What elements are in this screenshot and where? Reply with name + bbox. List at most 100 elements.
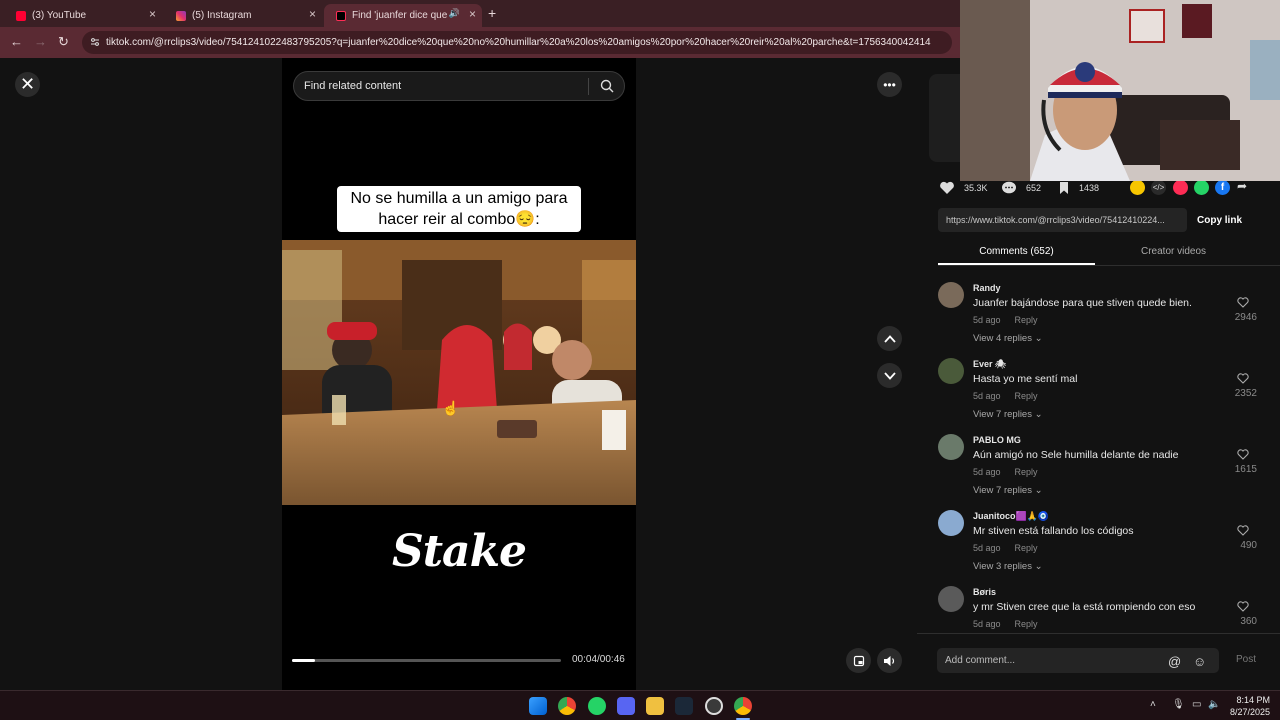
- site-settings-icon[interactable]: [90, 37, 100, 47]
- view-replies-button[interactable]: View 7 replies ⌄: [973, 409, 1043, 420]
- facebook-icon[interactable]: f: [1215, 180, 1230, 195]
- reply-button[interactable]: Reply: [1015, 619, 1038, 629]
- comment-item: Børis y mr Stiven cree que la está rompi…: [917, 584, 1280, 632]
- comment-stat[interactable]: 652: [1001, 181, 1041, 195]
- forward-icon[interactable]: →: [34, 34, 47, 49]
- comment-like-count: 490: [1240, 540, 1257, 551]
- heart-outline-icon[interactable]: [1237, 449, 1249, 460]
- video-progress-fill: [292, 659, 316, 662]
- next-video-button[interactable]: [877, 363, 902, 388]
- tab-label: (5) Instagram: [192, 10, 252, 21]
- repost-icon[interactable]: [1130, 180, 1145, 195]
- microphone-icon[interactable]: 🎙: [1172, 699, 1185, 710]
- tab-comments[interactable]: Comments (652): [938, 246, 1095, 257]
- mention-icon[interactable]: @: [1168, 654, 1181, 669]
- tab-youtube[interactable]: (3) YouTube ×: [4, 4, 162, 27]
- emoji-icon[interactable]: ☺: [1193, 654, 1206, 669]
- more-options-button[interactable]: •••: [877, 72, 902, 97]
- audio-playing-icon[interactable]: 🔊: [449, 8, 460, 19]
- url-bar[interactable]: tiktok.com/@rrclips3/video/7541241022483…: [82, 31, 952, 54]
- chrome-active-icon[interactable]: [734, 697, 752, 715]
- whatsapp-icon[interactable]: [588, 697, 606, 715]
- comment-meta: 5d ago Reply: [973, 391, 1038, 401]
- heart-outline-icon[interactable]: [1237, 373, 1249, 384]
- heart-outline-icon[interactable]: [1237, 525, 1249, 536]
- heart-outline-icon[interactable]: [1237, 297, 1249, 308]
- close-viewer-button[interactable]: ✕: [15, 72, 40, 97]
- tab-label: (3) YouTube: [32, 10, 87, 21]
- like-count: 35.3K: [964, 183, 988, 193]
- tab-creator-videos[interactable]: Creator videos: [1095, 246, 1252, 257]
- tab-instagram[interactable]: (5) Instagram ×: [164, 4, 322, 27]
- avatar[interactable]: [938, 282, 964, 308]
- comment-username[interactable]: Ever 🕷: [973, 359, 1006, 370]
- close-tab-icon[interactable]: ×: [149, 7, 156, 21]
- heart-outline-icon[interactable]: [1237, 601, 1249, 612]
- reply-button[interactable]: Reply: [1015, 543, 1038, 553]
- more-icon: •••: [883, 77, 896, 92]
- close-tab-icon[interactable]: ×: [469, 7, 476, 21]
- tiktok-icon: [336, 10, 346, 21]
- comment-username[interactable]: Juanitoco🟪🙏🧿: [973, 511, 1049, 522]
- steam-icon[interactable]: [675, 697, 693, 715]
- reply-button[interactable]: Reply: [1015, 467, 1038, 477]
- comment-meta: 5d ago Reply: [973, 467, 1038, 477]
- comment-meta: 5d ago Reply: [973, 315, 1038, 325]
- instagram-icon: [176, 10, 186, 21]
- search-icon[interactable]: [600, 79, 614, 93]
- comment-username[interactable]: Randy: [973, 283, 1001, 293]
- comment-like-count: 360: [1240, 616, 1257, 627]
- speaker-icon: [884, 655, 895, 666]
- volume-button[interactable]: [877, 648, 902, 673]
- start-icon[interactable]: [529, 697, 547, 715]
- close-tab-icon[interactable]: ×: [309, 7, 316, 21]
- system-clock[interactable]: 8:14 PM 8/27/2025: [1230, 694, 1270, 718]
- avatar[interactable]: [938, 510, 964, 536]
- comment-like-count: 2352: [1234, 388, 1257, 399]
- like-stat[interactable]: 35.3K: [939, 181, 988, 195]
- video-player[interactable]: Find related content No se humilla a un …: [282, 58, 636, 690]
- floating-player-button[interactable]: [846, 648, 871, 673]
- obs-icon[interactable]: [705, 697, 723, 715]
- save-stat[interactable]: 1438: [1058, 181, 1099, 195]
- post-button[interactable]: Post: [1236, 654, 1256, 665]
- comment-text: Aún amigó no Sele humilla delante de nad…: [973, 449, 1179, 461]
- copy-link-row: https://www.tiktok.com/@rrclips3/video/7…: [938, 208, 1274, 232]
- video-frame: ☝: [282, 240, 636, 505]
- volume-icon[interactable]: 🔈: [1208, 699, 1220, 710]
- reply-button[interactable]: Reply: [1015, 315, 1038, 325]
- reply-button[interactable]: Reply: [1015, 391, 1038, 401]
- video-link-field[interactable]: https://www.tiktok.com/@rrclips3/video/7…: [938, 208, 1187, 232]
- view-replies-button[interactable]: View 4 replies ⌄: [973, 333, 1043, 344]
- embed-icon[interactable]: </>: [1151, 180, 1166, 195]
- file-explorer-icon[interactable]: [646, 697, 664, 715]
- back-icon[interactable]: ←: [10, 34, 23, 49]
- new-tab-button[interactable]: +: [488, 5, 496, 21]
- tab-tiktok[interactable]: Find 'juanfer dice que no h 🔊 ×: [324, 4, 482, 27]
- video-progress-bar[interactable]: [292, 659, 561, 662]
- comment-username[interactable]: Børis: [973, 587, 996, 597]
- display-icon[interactable]: ▭: [1192, 699, 1201, 710]
- find-related-search[interactable]: Find related content: [293, 71, 625, 101]
- pip-icon: [853, 655, 864, 666]
- chrome-icon[interactable]: [558, 697, 576, 715]
- previous-video-button[interactable]: [877, 326, 902, 351]
- video-caption: No se humilla a un amigo para hacer reir…: [337, 186, 581, 232]
- browser-toolbar: ← → ↻ tiktok.com/@rrclips3/video/7541241…: [0, 27, 960, 58]
- view-replies-button[interactable]: View 3 replies ⌄: [973, 561, 1043, 572]
- reload-icon[interactable]: ↻: [58, 34, 69, 50]
- avatar[interactable]: [938, 358, 964, 384]
- avatar[interactable]: [938, 434, 964, 460]
- view-replies-button[interactable]: View 7 replies ⌄: [973, 485, 1043, 496]
- avatar[interactable]: [938, 586, 964, 612]
- comment-list: Randy Juanfer bajándose para que stiven …: [917, 280, 1280, 632]
- tray-overflow-icon[interactable]: ˄: [1150, 699, 1156, 710]
- comment-username[interactable]: PABLO MG: [973, 435, 1021, 445]
- share-arrow-icon[interactable]: ➦: [1237, 179, 1247, 193]
- tab-label: Find 'juanfer dice que no h: [352, 10, 452, 21]
- send-icon[interactable]: [1173, 180, 1188, 195]
- comment-age: 5d ago: [973, 619, 1001, 629]
- whatsapp-icon[interactable]: [1194, 180, 1209, 195]
- copy-link-button[interactable]: Copy link: [1197, 215, 1242, 226]
- discord-icon[interactable]: [617, 697, 635, 715]
